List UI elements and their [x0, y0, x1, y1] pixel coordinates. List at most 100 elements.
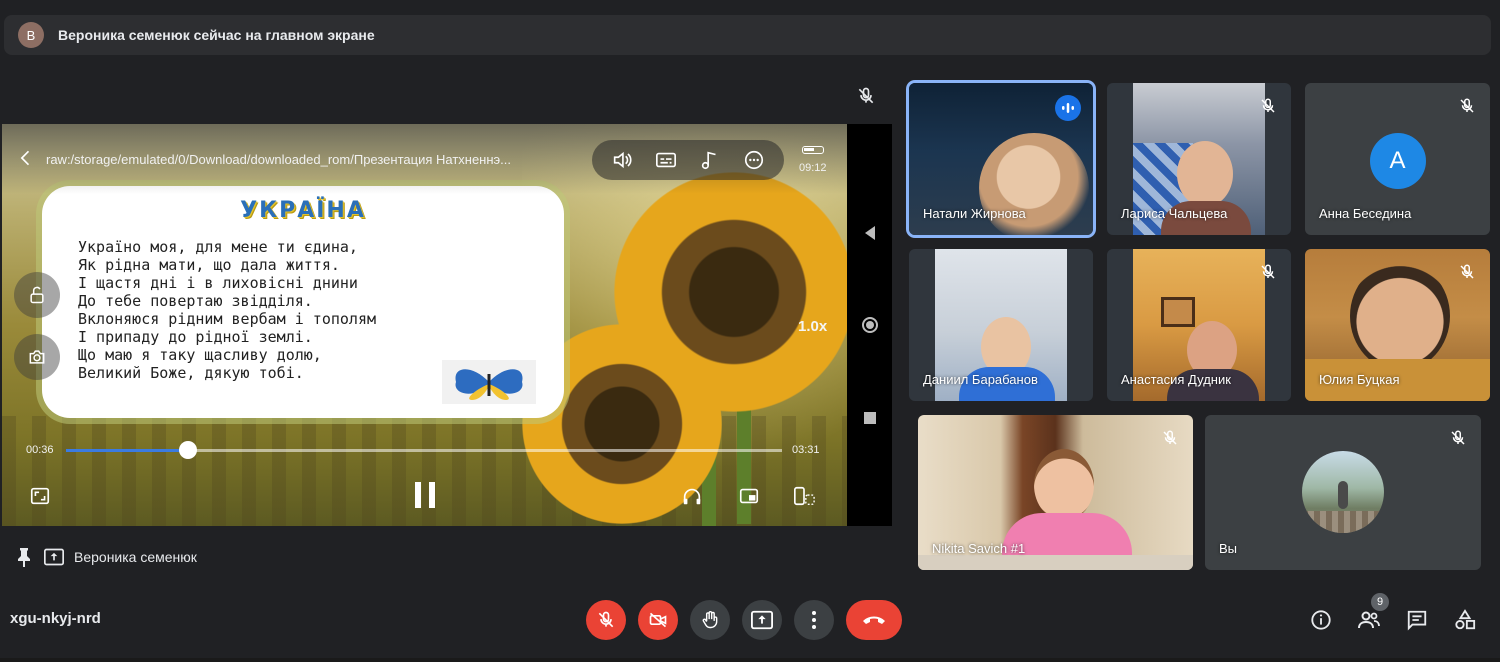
- unlock-icon: [30, 286, 44, 304]
- device-clock: 09:12: [799, 162, 827, 174]
- participant-name: Даниил Барабанов: [923, 372, 1038, 387]
- presenting-banner-text: Вероника семенюк сейчас на главном экран…: [58, 27, 375, 43]
- seek-bar-fill: [66, 449, 188, 452]
- player-toolbar: [592, 140, 784, 180]
- subtitles-icon: [656, 152, 676, 168]
- present-now-button[interactable]: [742, 600, 782, 640]
- chat-icon: [1407, 610, 1427, 631]
- camera-off-icon: [649, 612, 667, 628]
- playback-speed[interactable]: 1.0x: [798, 318, 827, 335]
- seek-bar-handle[interactable]: [178, 441, 197, 459]
- rotate-screen-button[interactable]: [790, 482, 818, 510]
- shapes-icon: [1455, 609, 1476, 630]
- pause-button[interactable]: [410, 478, 440, 512]
- presentation-slide: УКРАЇНА Україно моя, для мене ти єдина, …: [2, 124, 847, 526]
- headphones-icon: [683, 488, 701, 505]
- chat-button[interactable]: [1405, 608, 1429, 632]
- participant-name: Лариса Чальцева: [1121, 206, 1228, 221]
- participant-tile[interactable]: Натали Жирнова: [909, 83, 1093, 235]
- raise-hand-button[interactable]: [690, 600, 730, 640]
- pin-icon: [18, 548, 30, 567]
- microphone-toggle-button[interactable]: [586, 600, 626, 640]
- leave-call-button[interactable]: [846, 600, 902, 640]
- time-elapsed: 00:36: [26, 444, 54, 456]
- headphones-button[interactable]: [678, 482, 706, 510]
- poem-line: Вклоняюся рідним вербам і тополям: [78, 310, 377, 328]
- more-options-button[interactable]: [794, 600, 834, 640]
- participant-tile[interactable]: Даниил Барабанов: [909, 249, 1093, 401]
- nav-home-icon[interactable]: [861, 316, 879, 334]
- mic-off-icon: [1460, 264, 1474, 279]
- more-vert-icon: [812, 611, 816, 629]
- self-avatar: [1302, 451, 1384, 533]
- poem-line: До тебе повертаю звідділя.: [78, 292, 313, 310]
- participant-face: [1350, 261, 1450, 371]
- slide-title: УКРАЇНА: [240, 198, 366, 223]
- poem-line: Великий Боже, дякую тобі.: [78, 364, 304, 382]
- presenter-mic-off-icon: [858, 87, 874, 104]
- time-total: 03:31: [792, 444, 820, 456]
- participant-tile[interactable]: Лариса Чальцева: [1107, 83, 1291, 235]
- mic-off-icon: [1460, 98, 1474, 113]
- volume-button[interactable]: [609, 147, 635, 173]
- participants-button[interactable]: [1357, 608, 1381, 632]
- hand-icon: [702, 611, 718, 629]
- screenshot-button[interactable]: [14, 334, 60, 380]
- participant-tile-self[interactable]: Вы: [1205, 415, 1481, 570]
- participant-name: Юлия Буцкая: [1319, 372, 1400, 387]
- participant-tile[interactable]: Nikita Savich #1: [918, 415, 1193, 570]
- call-end-icon: [863, 616, 885, 624]
- present-to-all-icon: [44, 548, 64, 566]
- subtitles-button[interactable]: [653, 147, 679, 173]
- poem-text: Україно моя, для мене ти єдина, Як рідна…: [78, 238, 376, 382]
- picture-in-picture-icon: [739, 488, 759, 504]
- wall-picture: [1161, 297, 1195, 327]
- meeting-code: xgu-nkyj-nrd: [10, 610, 101, 627]
- mic-off-icon: [1163, 430, 1177, 445]
- pause-icon: [415, 482, 435, 508]
- participant-name: Анастасия Дудник: [1121, 372, 1231, 387]
- android-nav-bar: [847, 124, 892, 526]
- mic-off-icon: [1261, 264, 1275, 279]
- participant-name: Натали Жирнова: [923, 206, 1026, 221]
- more-options-button[interactable]: [741, 147, 767, 173]
- presenter-name: Вероника семенюк: [74, 549, 197, 565]
- participant-name: Вы: [1219, 541, 1238, 556]
- more-dots-icon: [744, 150, 764, 170]
- poem-line: Що маю я таку щасливу долю,: [78, 346, 322, 364]
- participant-name: Анна Беседина: [1319, 206, 1412, 221]
- participant-tile[interactable]: Юлия Буцкая: [1305, 249, 1490, 401]
- participant-tile[interactable]: А Анна Беседина: [1305, 83, 1490, 235]
- poem-line: І припаду до рідної землі.: [78, 328, 313, 346]
- participant-avatar: А: [1369, 133, 1426, 189]
- shared-screen[interactable]: УКРАЇНА Україно моя, для мене ти єдина, …: [2, 124, 892, 526]
- pip-button[interactable]: [735, 482, 763, 510]
- activities-button[interactable]: [1453, 608, 1477, 632]
- present-to-all-icon: [751, 610, 773, 630]
- fullscreen-button[interactable]: [26, 482, 54, 510]
- poem-line: Як рідна мати, що дала життя.: [78, 256, 340, 274]
- volume-icon: [613, 151, 632, 169]
- info-icon: [1311, 610, 1331, 630]
- presenter-avatar: В: [18, 22, 44, 48]
- screen-rotation-icon: [794, 486, 815, 506]
- pin-button[interactable]: [14, 547, 34, 567]
- fullscreen-icon: [30, 487, 50, 505]
- audio-level-icon: [1062, 103, 1074, 113]
- participant-tile[interactable]: Анастасия Дудник: [1107, 249, 1291, 401]
- mic-off-icon: [1451, 430, 1465, 445]
- file-path: raw:/storage/emulated/0/Download/downloa…: [46, 152, 512, 167]
- back-arrow-icon[interactable]: [16, 148, 36, 168]
- seek-bar[interactable]: [66, 441, 782, 459]
- participant-name: Nikita Savich #1: [932, 541, 1026, 556]
- meeting-details-button[interactable]: [1309, 608, 1333, 632]
- camera-toggle-button[interactable]: [638, 600, 678, 640]
- butterfly-image: [442, 360, 536, 404]
- lock-button[interactable]: [14, 272, 60, 318]
- poem-line: І щастя дні і в лиховісні днини: [78, 274, 358, 292]
- audio-track-button[interactable]: [697, 147, 723, 173]
- camera-icon: [29, 350, 45, 364]
- nav-back-icon[interactable]: [861, 224, 879, 242]
- present-screen-indicator: [44, 547, 64, 567]
- nav-recents-icon[interactable]: [861, 409, 879, 427]
